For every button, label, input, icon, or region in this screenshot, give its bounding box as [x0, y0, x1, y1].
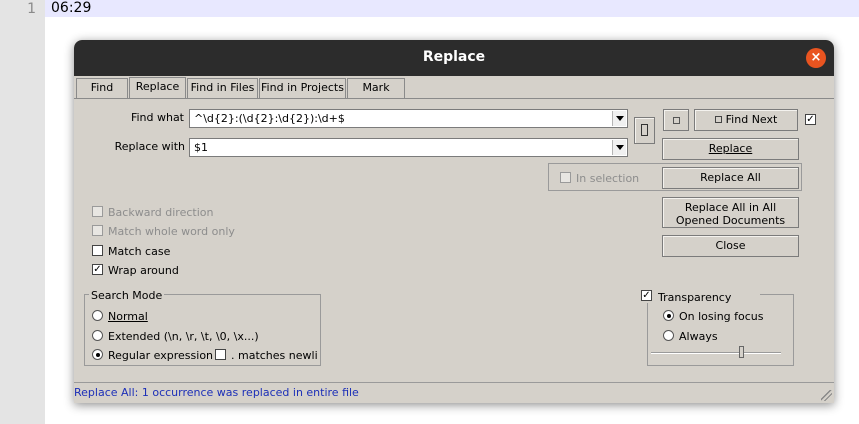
regex-radio[interactable] [92, 349, 103, 360]
in-selection-checkbox[interactable] [560, 172, 571, 183]
close-button[interactable]: Close [662, 235, 799, 257]
replace-dialog: Replace × Find Replace Find in Files Fin… [74, 40, 834, 403]
close-icon[interactable]: × [806, 48, 826, 68]
extended-radio[interactable] [92, 330, 103, 341]
match-case-label: Match case [108, 245, 171, 258]
in-selection-label: In selection [576, 172, 640, 185]
tab-find-in-projects[interactable]: Find in Projects [259, 78, 346, 98]
match-whole-word-label: Match whole word only [108, 225, 235, 238]
replace-with-combobox[interactable]: $1 [189, 138, 628, 157]
transparency-slider-track[interactable] [651, 352, 781, 354]
find-next-option-checkbox[interactable]: ✓ [805, 114, 816, 125]
swap-find-replace-button[interactable] [634, 117, 655, 144]
normal-radio[interactable] [92, 310, 103, 321]
transparency-label: Transparency [658, 291, 732, 304]
square-icon [714, 116, 722, 123]
replace-with-label: Replace with [114, 140, 185, 153]
chevron-down-icon[interactable] [612, 111, 626, 126]
normal-label: Normal [108, 310, 148, 323]
tab-replace[interactable]: Replace [129, 77, 186, 99]
status-message: Replace All: 1 occurrence was replaced i… [74, 386, 359, 399]
status-divider [74, 382, 834, 383]
dialog-tabs: Find Replace Find in Files Find in Proje… [74, 77, 834, 99]
find-prev-button[interactable] [663, 109, 689, 131]
on-losing-focus-radio[interactable] [663, 310, 674, 321]
replace-with-value: $1 [194, 141, 208, 154]
dialog-titlebar[interactable]: Replace × [74, 40, 834, 76]
find-what-combobox[interactable]: ^\d{2}:(\d{2}:\d{2}):\d+$ [189, 109, 628, 128]
tab-mark[interactable]: Mark [347, 78, 405, 98]
square-icon [672, 117, 680, 124]
on-losing-focus-label: On losing focus [679, 310, 764, 323]
wrap-around-label: Wrap around [108, 264, 179, 277]
match-whole-word-checkbox[interactable] [92, 225, 103, 236]
always-radio[interactable] [663, 330, 674, 341]
extended-label: Extended (\n, \r, \t, \0, \x...) [108, 330, 259, 343]
wrap-around-checkbox[interactable]: ✓ [92, 264, 103, 275]
tab-find[interactable]: Find [76, 78, 128, 98]
current-line-highlight [45, 0, 859, 17]
tab-find-in-files[interactable]: Find in Files [187, 78, 258, 98]
always-label: Always [679, 330, 718, 343]
backward-direction-checkbox[interactable] [92, 206, 103, 217]
backward-direction-label: Backward direction [108, 206, 214, 219]
editor-line-text[interactable]: 06:29 [51, 0, 91, 16]
transparency-slider-thumb[interactable] [738, 346, 744, 358]
swap-icon [641, 124, 648, 136]
find-what-label: Find what [130, 111, 184, 124]
replace-all-opened-docs-button[interactable]: Replace All in All Opened Documents [662, 197, 799, 228]
transparency-checkbox[interactable]: ✓ [641, 290, 652, 301]
match-case-checkbox[interactable] [92, 245, 103, 256]
editor-gutter [0, 0, 45, 424]
regex-label: Regular expression [108, 349, 214, 362]
dialog-title: Replace [422, 49, 486, 65]
replace-all-button[interactable]: Replace All [662, 167, 799, 189]
matches-newline-checkbox[interactable] [215, 349, 226, 360]
find-what-value: ^\d{2}:(\d{2}:\d{2}):\d+$ [194, 112, 345, 125]
line-number: 1 [27, 1, 36, 17]
matches-newline-label: . matches newline [231, 349, 317, 362]
find-next-button[interactable]: Find Next [694, 109, 798, 131]
replace-button[interactable]: Replace [662, 138, 799, 160]
resize-grip-icon[interactable] [821, 390, 832, 401]
tab-panel-border [74, 98, 834, 99]
search-mode-title: Search Mode [89, 289, 165, 302]
chevron-down-icon[interactable] [612, 140, 626, 155]
